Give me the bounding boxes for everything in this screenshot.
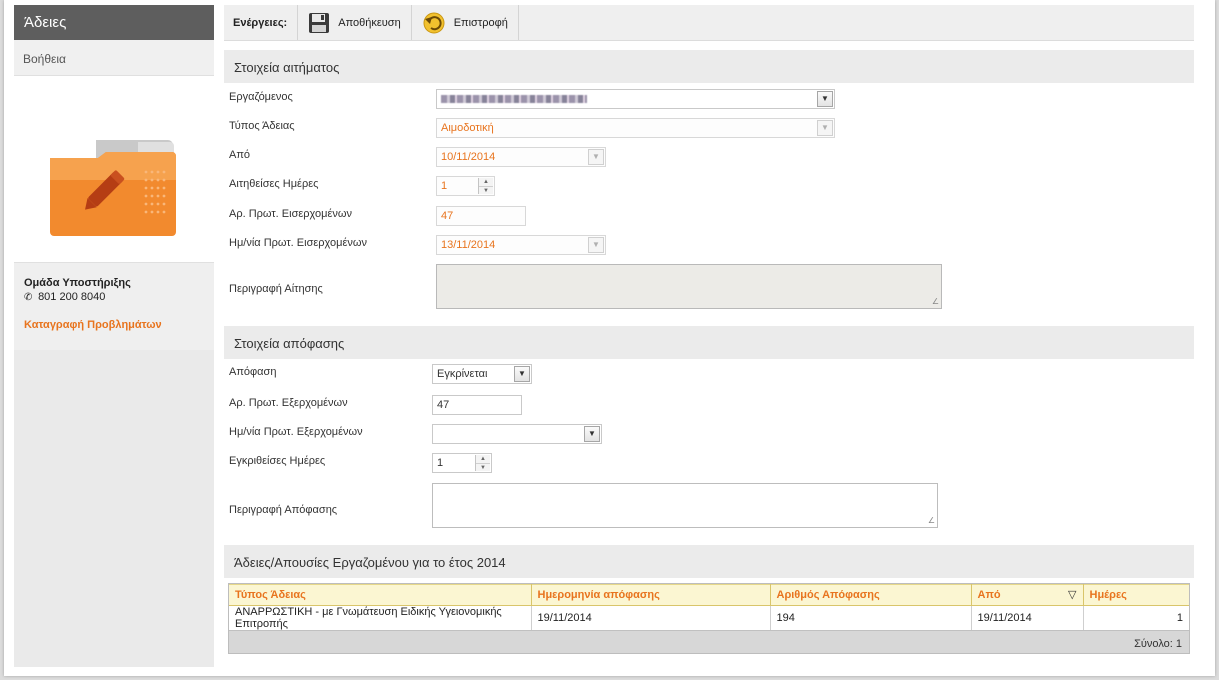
chevron-down-icon[interactable]: ▼ <box>588 149 604 165</box>
table-row[interactable]: ΑΝΑΡΡΩΣΤΙΚΗ - με Γνωμάτευση Ειδικής Υγει… <box>229 605 1189 630</box>
col-decision-date[interactable]: Ημερομηνία απόφασης <box>531 584 771 606</box>
chevron-down-icon[interactable]: ▼ <box>817 120 833 136</box>
chevron-down-icon[interactable]: ▼ <box>584 426 600 442</box>
cell-decision-number: 194 <box>770 605 972 630</box>
request-description-textarea[interactable]: ∠ <box>436 264 942 309</box>
decision-select[interactable]: Εγκρίνεται ▼ <box>432 364 532 384</box>
col-leave-type[interactable]: Τύπος Άδειας <box>229 584 532 606</box>
folder-edit-icon <box>50 140 176 236</box>
approved-days-value: 1 <box>437 457 444 469</box>
leave-type-select[interactable]: Αιμοδοτική ▼ <box>436 118 835 138</box>
in-protocol-row: Αρ. Πρωτ. Εισερχομένων 47 <box>224 205 1194 235</box>
out-protocol-date-picker[interactable]: ▼ <box>432 424 602 444</box>
leave-type-label: Τύπος Άδειας <box>229 120 295 132</box>
sidebar: Άδειες Βοήθεια Ομάδα Υποστήριξης ✆ 801 2… <box>14 5 214 667</box>
employee-label: Εργαζόμενος <box>229 91 293 103</box>
in-protocol-label: Αρ. Πρωτ. Εισερχομένων <box>229 208 352 220</box>
toolbar-label: Ενέργειες: <box>224 5 299 40</box>
sidebar-filler <box>14 350 214 667</box>
resize-grip-icon[interactable]: ∠ <box>932 298 939 306</box>
col-from[interactable]: Από ▽ <box>971 584 1084 606</box>
module-image <box>14 76 214 263</box>
toolbar: Ενέργειες: Αποθήκευση Επιστροφή <box>224 5 1194 41</box>
history-table: Τύπος Άδειας Ημερομηνία απόφασης Αριθμός… <box>228 583 1190 654</box>
approved-days-row: Εγκριθείσες Ημέρες 1 ▲ ▼ <box>224 453 1194 482</box>
employee-select[interactable]: ▼ <box>436 89 835 109</box>
decision-value: Εγκρίνεται <box>437 368 488 380</box>
requested-days-label: Αιτηθείσες Ημέρες <box>229 178 319 190</box>
in-protocol-date-row: Ημ/νία Πρωτ. Εισερχομένων 13/11/2014 ▼ <box>224 235 1194 264</box>
out-protocol-label: Αρ. Πρωτ. Εξερχομένων <box>229 397 348 409</box>
decision-description-textarea[interactable]: ∠ <box>432 483 938 528</box>
cell-from: 19/11/2014 <box>971 605 1084 630</box>
from-date-value: 10/11/2014 <box>441 151 496 163</box>
request-description-row: Περιγραφή Αίτησης ∠ <box>224 264 1194 326</box>
employee-row: Εργαζόμενος ▼ <box>224 89 1194 118</box>
spin-down-icon[interactable]: ▼ <box>476 463 490 471</box>
decision-section-header: Στοιχεία απόφασης <box>224 326 1194 359</box>
table-header-row: Τύπος Άδειας Ημερομηνία απόφασης Αριθμός… <box>229 584 1189 606</box>
out-protocol-date-row: Ημ/νία Πρωτ. Εξερχομένων ▼ <box>224 424 1194 453</box>
out-protocol-row: Αρ. Πρωτ. Εξερχομένων 47 <box>224 394 1194 424</box>
requested-days-row: Αιτηθείσες Ημέρες 1 ▲ ▼ <box>224 176 1194 205</box>
requested-days-value: 1 <box>441 180 448 192</box>
decision-label: Απόφαση <box>229 366 277 378</box>
spin-up-icon[interactable]: ▲ <box>479 178 493 186</box>
report-problems-link[interactable]: Καταγραφή Προβλημάτων <box>24 319 204 331</box>
employee-name-redacted <box>441 95 587 103</box>
phone-icon: ✆ <box>24 292 33 303</box>
in-protocol-date-picker[interactable]: 13/11/2014 ▼ <box>436 235 606 255</box>
support-phone-number: 801 200 8040 <box>38 291 106 303</box>
chevron-down-icon[interactable]: ▼ <box>514 366 530 382</box>
back-button[interactable]: Επιστροφή <box>412 5 519 40</box>
request-description-label: Περιγραφή Αίτησης <box>229 283 323 295</box>
decision-row: Απόφαση Εγκρίνεται ▼ <box>224 364 1194 394</box>
requested-days-stepper[interactable]: 1 ▲ ▼ <box>436 176 495 196</box>
col-from-label: Από <box>977 589 1001 601</box>
filter-icon[interactable]: ▽ <box>1068 588 1076 601</box>
from-date-picker[interactable]: 10/11/2014 ▼ <box>436 147 606 167</box>
decision-description-row: Περιγραφή Απόφασης ∠ <box>224 482 1194 545</box>
leave-type-value: Αιμοδοτική <box>441 122 494 134</box>
out-protocol-date-label: Ημ/νία Πρωτ. Εξερχομένων <box>229 426 363 438</box>
approved-days-stepper[interactable]: 1 ▲ ▼ <box>432 453 492 473</box>
spin-down-icon[interactable]: ▼ <box>479 186 493 194</box>
sidebar-title: Άδειες <box>14 5 214 40</box>
in-protocol-date-value: 13/11/2014 <box>441 239 496 251</box>
main-content: Ενέργειες: Αποθήκευση Επιστροφή Στοιχεία… <box>224 5 1194 654</box>
cell-days: 1 <box>1176 612 1183 624</box>
spin-up-icon[interactable]: ▲ <box>476 455 490 463</box>
support-box: Ομάδα Υποστήριξης ✆ 801 200 8040 Καταγρα… <box>14 263 214 331</box>
out-protocol-value: 47 <box>437 399 450 411</box>
in-protocol-date-label: Ημ/νία Πρωτ. Εισερχομένων <box>229 237 367 249</box>
return-arrow-icon <box>422 11 446 35</box>
spinner[interactable]: ▲ ▼ <box>475 455 490 471</box>
col-days[interactable]: Ημέρες <box>1083 584 1189 606</box>
save-label: Αποθήκευση <box>338 16 401 29</box>
in-protocol-input[interactable]: 47 <box>436 206 526 226</box>
out-protocol-input[interactable]: 47 <box>432 395 522 415</box>
save-button[interactable]: Αποθήκευση <box>298 5 412 40</box>
cell-decision-date: 19/11/2014 <box>531 605 771 630</box>
in-protocol-value: 47 <box>441 210 454 222</box>
history-section-header: Άδειες/Απουσίες Εργαζομένου για το έτος … <box>224 545 1194 578</box>
from-label: Από <box>229 149 251 161</box>
help-link[interactable]: Βοήθεια <box>14 40 214 76</box>
support-title: Ομάδα Υποστήριξης <box>24 277 131 289</box>
chevron-down-icon[interactable]: ▼ <box>588 237 604 253</box>
request-section-header: Στοιχεία αιτήματος <box>224 50 1194 83</box>
back-label: Επιστροφή <box>453 16 508 29</box>
support-phone: ✆ 801 200 8040 <box>24 291 204 303</box>
floppy-disk-icon <box>308 12 330 34</box>
spinner[interactable]: ▲ ▼ <box>478 178 493 194</box>
table-total: Σύνολο: 1 <box>229 630 1189 653</box>
approved-days-label: Εγκριθείσες Ημέρες <box>229 455 326 467</box>
from-row: Από 10/11/2014 ▼ <box>224 147 1194 176</box>
cell-leave-type: ΑΝΑΡΡΩΣΤΙΚΗ - με Γνωμάτευση Ειδικής Υγει… <box>229 605 532 630</box>
leave-type-row: Τύπος Άδειας Αιμοδοτική ▼ <box>224 118 1194 147</box>
resize-grip-icon[interactable]: ∠ <box>928 517 935 525</box>
col-decision-number[interactable]: Αριθμός Απόφασης <box>770 584 972 606</box>
chevron-down-icon[interactable]: ▼ <box>817 91 833 107</box>
decision-description-label: Περιγραφή Απόφασης <box>229 504 338 516</box>
